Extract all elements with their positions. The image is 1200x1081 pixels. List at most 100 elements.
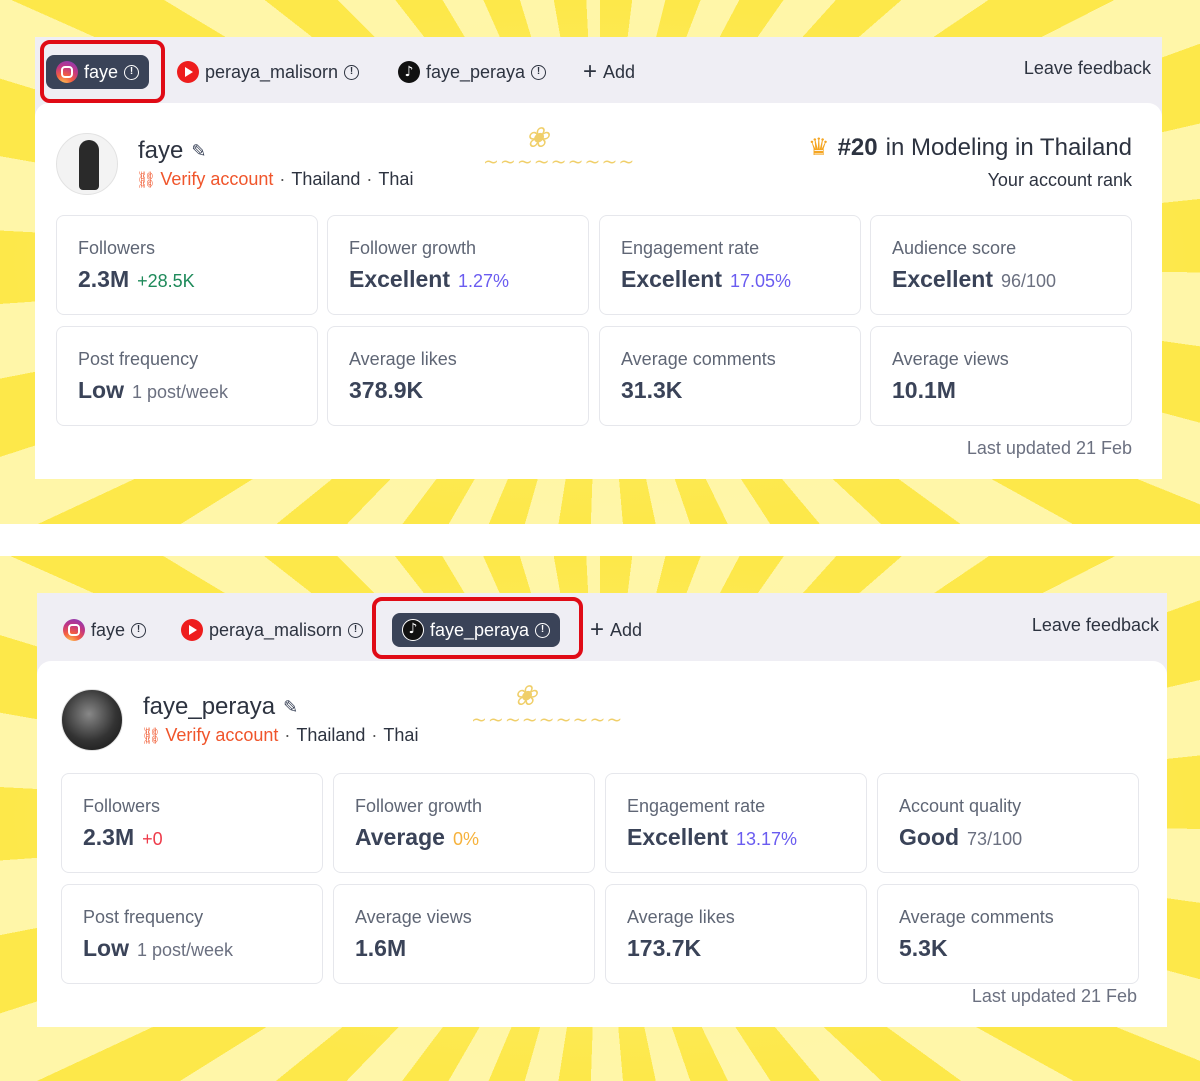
metric-value: 378.9K	[349, 377, 424, 403]
metric-value-row: 2.3M +28.5K	[78, 266, 195, 293]
rank-subtitle: Your account rank	[987, 170, 1132, 190]
metric-value-row: Good 73/100	[899, 824, 1022, 851]
metric-sub: 0%	[452, 829, 479, 849]
add-account-button[interactable]: + Add	[573, 55, 645, 89]
metric-post-frequency: Post frequency Low 1 post/week	[56, 326, 318, 426]
metric-value: Excellent	[621, 266, 722, 292]
leave-feedback-link[interactable]: Leave feedback	[1032, 615, 1159, 636]
leave-feedback-link[interactable]: Leave feedback	[1024, 58, 1151, 79]
separator: ·	[371, 725, 378, 745]
metric-value: 2.3M	[78, 266, 130, 292]
metric-average-views: Average views 10.1M	[870, 326, 1132, 426]
profile-name: faye_peraya	[143, 693, 276, 720]
metric-label: Account quality	[899, 796, 1022, 816]
account-rank: ♛ #20 in Modeling in Thailand Your accou…	[808, 133, 1132, 191]
verify-account-link[interactable]: ⛓ Verify account	[141, 725, 278, 746]
metric-value: Excellent	[892, 266, 993, 292]
edit-icon[interactable]: ✎	[283, 697, 298, 718]
link-icon: ⛓	[141, 727, 162, 745]
metric-sub: 1.27%	[458, 271, 510, 291]
metric-follower-growth: Follower growth Excellent 1.27%	[327, 215, 589, 315]
tab-instagram-faye[interactable]: faye !	[53, 613, 156, 647]
profile-name-row: faye_peraya ✎	[143, 693, 298, 721]
metric-average-comments: Average comments 31.3K	[599, 326, 861, 426]
metric-value: Low	[83, 935, 129, 961]
profile-name-row: faye ✎	[138, 137, 206, 165]
metric-value-row: Low 1 post/week	[78, 377, 228, 404]
metric-label: Average comments	[899, 907, 1054, 927]
metric-average-likes: Average likes 173.7K	[605, 884, 867, 984]
tab-youtube-peraya-malisorn[interactable]: peraya_malisorn !	[167, 55, 369, 89]
tab-youtube-peraya-malisorn[interactable]: peraya_malisorn !	[171, 613, 373, 647]
fansite-watermark-logo: ❀ ~~~~~~~~~	[461, 679, 622, 751]
metric-value-row: 173.7K	[627, 935, 701, 962]
metric-label: Followers	[83, 796, 161, 816]
highlight-box-active-tab	[40, 40, 165, 103]
metric-average-comments: Average comments 5.3K	[877, 884, 1139, 984]
profile-card: faye ✎ ⛓ Verify account · Thailand · Tha…	[35, 103, 1162, 479]
metric-label: Follower growth	[355, 796, 483, 816]
rank-text: in Modeling in Thailand	[885, 133, 1132, 161]
metric-value: 31.3K	[621, 377, 683, 403]
metric-value-row: Excellent 1.27%	[349, 266, 509, 293]
metric-label: Average likes	[349, 349, 457, 369]
info-icon[interactable]: !	[531, 64, 547, 80]
info-icon[interactable]: !	[131, 622, 147, 638]
verify-label: Verify account	[165, 725, 279, 745]
profile-name: faye	[138, 137, 184, 164]
account-tab-bar: faye ! peraya_malisorn ! ♪ faye_peraya !…	[37, 593, 1167, 659]
metric-value-row: 10.1M	[892, 377, 956, 404]
metric-value-row: Low 1 post/week	[83, 935, 233, 962]
edit-icon[interactable]: ✎	[191, 141, 206, 162]
metric-label: Followers	[78, 238, 156, 258]
metric-label: Engagement rate	[627, 796, 766, 816]
metric-value: Excellent	[627, 824, 728, 850]
instagram-icon	[63, 619, 85, 641]
fansite-watermark-logo: ❀ ~~~~~~~~~	[473, 121, 634, 193]
metric-label: Average comments	[621, 349, 776, 369]
rank-number: #20	[837, 133, 878, 161]
metric-label: Average likes	[627, 907, 735, 927]
youtube-icon	[181, 619, 203, 641]
metric-account-quality: Account quality Good 73/100	[877, 773, 1139, 873]
tab-tiktok-faye-peraya[interactable]: ♪ faye_peraya !	[388, 55, 556, 89]
info-icon[interactable]: !	[348, 622, 364, 638]
language: Thai	[383, 725, 419, 745]
metric-value-row: 1.6M	[355, 935, 406, 962]
metric-value: 10.1M	[892, 377, 956, 403]
profile-meta: ⛓ Verify account · Thailand · Thai	[136, 169, 413, 190]
highlight-box-active-tab	[372, 597, 583, 659]
metric-label: Follower growth	[349, 238, 477, 258]
metric-value-row: 378.9K	[349, 377, 423, 404]
metric-label: Post frequency	[78, 349, 199, 369]
metric-value-row: 31.3K	[621, 377, 682, 404]
sunflower-icon: ❀	[513, 679, 537, 712]
info-icon[interactable]: !	[344, 64, 360, 80]
metric-audience-score: Audience score Excellent 96/100	[870, 215, 1132, 315]
language: Thai	[378, 169, 414, 189]
metric-value: 2.3M	[83, 824, 135, 850]
separator: ·	[284, 725, 291, 745]
metric-engagement-rate: Engagement rate Excellent 17.05%	[599, 215, 861, 315]
verify-label: Verify account	[160, 169, 274, 189]
metric-value-row: Excellent 13.17%	[627, 824, 797, 851]
metric-value-row: 2.3M +0	[83, 824, 163, 851]
metric-sub: 1 post/week	[132, 382, 229, 402]
metric-followers: Followers 2.3M +0	[61, 773, 323, 873]
metric-follower-growth: Follower growth Average 0%	[333, 773, 595, 873]
metric-average-views: Average views 1.6M	[333, 884, 595, 984]
metric-value: 5.3K	[899, 935, 948, 961]
add-account-button[interactable]: + Add	[580, 613, 652, 647]
profile-panel-tiktok: faye ! peraya_malisorn ! ♪ faye_peraya !…	[37, 593, 1167, 1027]
watermark-script: ~~~~~~~~~	[483, 151, 636, 173]
metric-value-row: 5.3K	[899, 935, 948, 962]
verify-account-link[interactable]: ⛓ Verify account	[136, 169, 273, 190]
metric-label: Engagement rate	[621, 238, 760, 258]
tab-label: peraya_malisorn	[205, 61, 339, 82]
country: Thailand	[296, 725, 366, 745]
tiktok-icon: ♪	[398, 61, 420, 83]
metric-label: Average views	[355, 907, 472, 927]
profile-panel-instagram: faye ! peraya_malisorn ! ♪ faye_peraya !…	[35, 37, 1162, 479]
metric-sub: 73/100	[967, 829, 1023, 849]
add-label: Add	[603, 61, 636, 82]
